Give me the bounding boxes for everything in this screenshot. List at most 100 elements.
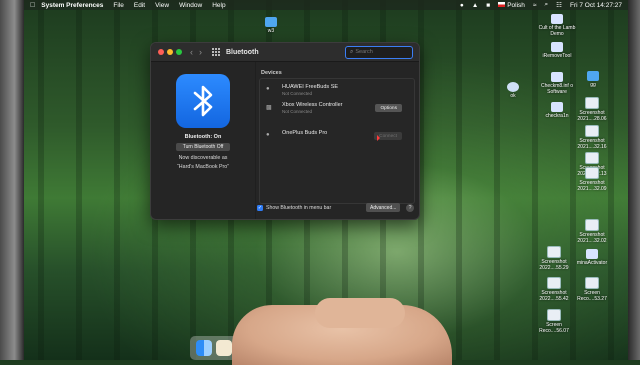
desktop-icon-w3[interactable]: w3 [249, 17, 293, 34]
menu-edit[interactable]: Edit [134, 2, 145, 9]
options-button[interactable]: Options [375, 104, 402, 112]
desktop-icon-label: Screenshot 2021....28.06 [577, 110, 607, 122]
minimize-icon[interactable] [167, 49, 173, 55]
control-center-icon[interactable]: ☷ [556, 1, 562, 9]
window-title: Bluetooth [226, 48, 259, 56]
devices-list: ● HUAWEI FreeBuds SE Not Connected ▩ Xbo… [259, 78, 415, 204]
apple-menu-icon[interactable]:  [30, 2, 35, 9]
device-row-xbox[interactable]: ▩ Xbox Wireless Controller Not Connected… [262, 100, 412, 116]
app-icon [551, 42, 563, 52]
desktop-icon-screen-reco-5607[interactable]: Screen Reco....56.07 [532, 309, 576, 334]
menu-bar:  System Preferences File Edit View Wind… [24, 0, 628, 10]
desktop-icon-checkm8[interactable]: Checkm8.inf o Software [535, 72, 579, 95]
close-icon[interactable] [158, 49, 164, 55]
forward-arrow-icon[interactable]: › [199, 47, 202, 57]
search-icon: ⌕ [350, 48, 354, 55]
status-icon[interactable]: ● [460, 2, 464, 9]
finder-icon[interactable] [196, 340, 212, 356]
show-all-grid-icon[interactable] [212, 48, 220, 56]
screenshot-icon [585, 167, 599, 179]
screenshot-icon [585, 152, 599, 164]
game-controller-icon: ▩ [266, 105, 272, 111]
turn-bluetooth-off-button[interactable]: Turn Bluetooth Off [176, 143, 230, 151]
device-row-oneplus[interactable]: ● OnePlus Buds Pro Connect [262, 128, 412, 144]
menu-file[interactable]: File [113, 2, 123, 9]
desktop-icon-label: Screen Reco....53.27 [577, 290, 607, 302]
device-row-huawei[interactable]: ● HUAWEI FreeBuds SE Not Connected [262, 82, 412, 98]
devices-pane: Devices ● HUAWEI FreeBuds SE Not Connect… [255, 62, 419, 219]
zoom-icon[interactable] [176, 49, 182, 55]
folder-icon [587, 71, 599, 81]
bluetooth-status: Bluetooth: On [184, 134, 222, 140]
bluetooth-preferences-window: ‹ › Bluetooth ⌕ Search Bluetooth: On Tur… [150, 42, 420, 220]
menu-help[interactable]: Help [212, 2, 225, 9]
desktop-icon-screen-reco-5327[interactable]: Screen Reco....53.27 [570, 277, 614, 302]
desktop-icon-iremovetool[interactable]: iRemoveTool [535, 42, 579, 59]
desktop-icon-label: Screenshot 2022....55.29 [539, 259, 569, 271]
status-icon-3[interactable]: ■ [486, 2, 490, 9]
desktop-icon-checkra1n[interactable]: checkra1n [535, 102, 579, 119]
discoverable-text: Now discoverable as [178, 155, 228, 161]
app-icon [551, 72, 563, 82]
device-name: HUAWEI FreeBuds SE [282, 84, 339, 90]
laptop-bezel-right [628, 0, 640, 360]
app-icon [551, 102, 563, 112]
screenshot-icon [585, 97, 599, 109]
desktop-icon-ok[interactable]: ok [491, 82, 535, 99]
device-status: Not Connected [282, 91, 313, 96]
menu-extras: ● ▲ ■ Polish ≈ ⌕ ☷ Fri 7 Oct 14:27:27 [460, 1, 628, 9]
show-in-menu-bar-label: Show Bluetooth in menu bar [266, 205, 332, 211]
status-icon-2[interactable]: ▲ [472, 2, 478, 9]
disk-icon [507, 82, 519, 92]
desktop-icon-label: checkra1n [545, 113, 569, 119]
device-name: OnePlus Buds Pro [282, 130, 328, 136]
screenshot-icon [585, 219, 599, 231]
app-icon [586, 249, 598, 259]
dock-app-icon[interactable] [216, 340, 232, 356]
menu-window[interactable]: Window [179, 2, 202, 9]
device-name: Xbox Wireless Controller [282, 102, 343, 108]
desktop-icon-label: ok [510, 93, 516, 99]
devices-header: Devices [261, 70, 282, 76]
screenshot-icon [585, 125, 599, 137]
bluetooth-status-pane: Bluetooth: On Turn Bluetooth Off Now dis… [151, 62, 255, 219]
screen-recording-icon [547, 309, 561, 321]
menu-app-name[interactable]: System Preferences [41, 2, 103, 9]
search-icon[interactable]: ⌕ [545, 1, 549, 9]
search-field[interactable]: ⌕ Search [345, 45, 413, 59]
help-button[interactable]: ? [406, 204, 414, 212]
folder-icon [265, 17, 277, 27]
desktop-icon-minaactivator[interactable]: minaActivator [570, 249, 614, 266]
back-arrow-icon[interactable]: ‹ [190, 47, 193, 57]
mouse-cursor-icon [377, 135, 380, 141]
menu-view[interactable]: View [155, 2, 169, 9]
desktop-icon-label: iRemoveTool [542, 53, 572, 59]
polish-flag-icon [498, 2, 506, 8]
input-language[interactable]: Polish [498, 2, 525, 9]
earbuds-icon: ● [266, 86, 270, 92]
desktop-icon-cult-of-the-lamb[interactable]: Cult of the Lamb Demo [535, 14, 579, 37]
menu-clock[interactable]: Fri 7 Oct 14:27:27 [570, 2, 622, 9]
screen-recording-icon [585, 277, 599, 289]
desktop-icon-label: Screenshot 2021....32.02 [577, 232, 607, 244]
device-status: Not Connected [282, 109, 313, 114]
hand-finger-photo [315, 298, 405, 328]
bluetooth-icon [176, 74, 230, 128]
laptop-bezel-left [0, 0, 24, 360]
desktop-icon-label: Screen Reco....56.07 [539, 322, 569, 334]
desktop-icon-screenshot-3202[interactable]: Screenshot 2021....32.02 [570, 219, 614, 244]
advanced-button[interactable]: Advanced... [366, 203, 401, 212]
desktop-icon-label: gg [590, 82, 596, 88]
desktop-icon-screenshot-3216[interactable]: Screenshot 2021....32.16 [570, 125, 614, 150]
desktop-icon-label: Screenshot 2021....32.16 [577, 138, 607, 150]
screenshot-icon [547, 246, 561, 258]
app-icon [551, 14, 563, 24]
search-placeholder: Search [355, 49, 373, 55]
desktop-icon-label: Screenshot 2021....32.09 [577, 180, 607, 192]
earbuds-icon: ● [266, 132, 270, 138]
show-in-menu-bar-checkbox[interactable]: ✓ [257, 205, 263, 211]
desktop-icon-label: Checkm8.inf o Software [541, 83, 573, 95]
desktop-icon-screenshot-3209[interactable]: Screenshot 2021....32.09 [570, 167, 614, 192]
input-language-label: Polish [507, 1, 525, 9]
wifi-icon[interactable]: ≈ [533, 2, 537, 9]
